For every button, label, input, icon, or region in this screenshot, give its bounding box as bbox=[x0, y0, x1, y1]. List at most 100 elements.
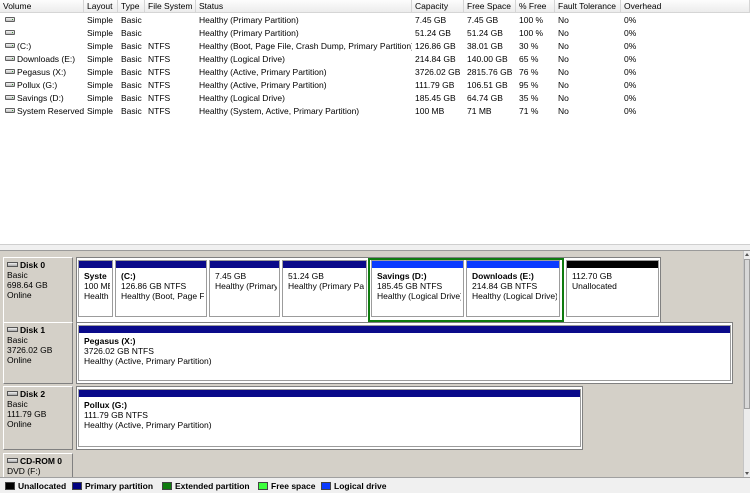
cell-text: Simple bbox=[87, 93, 113, 103]
legend-swatch bbox=[5, 481, 15, 490]
partition-pegasus-x[interactable]: Pegasus (X:) 3726.02 GB NTFS Healthy (Acti… bbox=[78, 325, 731, 381]
legend-label: Extended partition bbox=[175, 481, 250, 491]
cell-status: Healthy (Active, Primary Partition) bbox=[196, 79, 412, 92]
partition-area-disk-1: Pegasus (X:) 3726.02 GB NTFS Healthy (Acti… bbox=[76, 322, 733, 384]
cell-fault-tolerance: No bbox=[555, 14, 621, 27]
scroll-up-arrow-icon[interactable] bbox=[745, 253, 749, 256]
cell-text: 35 % bbox=[519, 93, 539, 103]
cell-free-space: 140.00 GB bbox=[464, 53, 516, 66]
cell-text: Basic bbox=[121, 106, 142, 116]
cell-free-space: 64.74 GB bbox=[464, 92, 516, 105]
scrollbar-thumb[interactable] bbox=[744, 259, 750, 409]
disk-label-disk-1[interactable]: Disk 1 Basic 3726.02 GB Online bbox=[3, 322, 73, 384]
cell-overhead: 0% bbox=[621, 27, 750, 40]
disk-view-scrollbar[interactable] bbox=[743, 251, 750, 477]
disk-label-cdrom-0[interactable]: CD-ROM 0 DVD (F:) bbox=[3, 453, 73, 477]
cell-fault-tolerance: No bbox=[555, 40, 621, 53]
column-header-file-system[interactable]: File System bbox=[145, 0, 196, 13]
cell-volume bbox=[0, 14, 84, 27]
partition-status: Unallocated bbox=[572, 281, 617, 291]
volume-row[interactable]: Pollux (G:) Simple Basic NTFS Healthy (Activ… bbox=[0, 79, 750, 92]
partition-name: (C:) bbox=[121, 271, 136, 281]
partition-area-disk-0: Syste100 MEHealth (C:)126.86 GB NTFSHeal… bbox=[76, 257, 661, 323]
column-header-fault-tolerance[interactable]: Fault Tolerance bbox=[555, 0, 621, 13]
disk-row-disk-1: Disk 1 Basic 3726.02 GB Online Pegasus (… bbox=[0, 322, 743, 384]
cell-percent-free: 100 % bbox=[516, 14, 555, 27]
partition-status: Healthy (Logical Drive) bbox=[472, 291, 557, 301]
partition-system-reserved[interactable]: Syste100 MEHealth bbox=[78, 260, 113, 317]
partition-unnamed-7gb[interactable]: 7.45 GB Healthy (Primary bbox=[209, 260, 280, 317]
pane-splitter[interactable] bbox=[0, 244, 750, 251]
cell-file-system: NTFS bbox=[145, 66, 196, 79]
cell-fault-tolerance: No bbox=[555, 92, 621, 105]
cell-file-system bbox=[145, 27, 196, 40]
partition-unallocated[interactable]: 112.70 GB Unallocated bbox=[566, 260, 659, 317]
volume-row[interactable]: Simple Basic Healthy (Primary Partition) 51… bbox=[0, 27, 750, 40]
column-header-overhead[interactable]: Overhead bbox=[621, 0, 750, 13]
cell-volume: Pollux (G:) bbox=[0, 79, 84, 92]
cell-text: Basic bbox=[121, 54, 142, 64]
partition-downloads-e[interactable]: Downloads (E:) 214.84 GB NTFS Healthy (Log… bbox=[466, 260, 560, 317]
disk-icon bbox=[7, 327, 18, 333]
legend-item-free-space: Free space bbox=[258, 481, 315, 491]
cell-capacity: 100 MB bbox=[412, 105, 464, 118]
cell-text: 106.51 GB bbox=[467, 80, 508, 90]
cell-text: 0% bbox=[624, 28, 637, 38]
cell-file-system bbox=[145, 14, 196, 27]
cell-overhead: 0% bbox=[621, 53, 750, 66]
volume-drive-icon bbox=[5, 82, 15, 88]
cell-text: 7.45 GB bbox=[467, 15, 499, 25]
volume-row[interactable]: Simple Basic Healthy (Primary Partition) 7.… bbox=[0, 14, 750, 27]
column-header-capacity[interactable]: Capacity bbox=[412, 0, 464, 13]
cell-text: Simple bbox=[87, 67, 113, 77]
column-header-free-space[interactable]: Free Space bbox=[464, 0, 516, 13]
cell-text: 100 % bbox=[519, 28, 544, 38]
scroll-down-arrow-icon[interactable] bbox=[745, 472, 749, 475]
cell-text: Healthy (Primary Partition) bbox=[199, 28, 299, 38]
partition-unnamed-51gb[interactable]: 51.24 GB Healthy (Primary Par bbox=[282, 260, 367, 317]
disk-view[interactable]: Disk 0 Basic 698.64 GB Online Syste 100 M… bbox=[0, 251, 743, 477]
cell-volume: Pegasus (X:) bbox=[0, 66, 84, 79]
partition-c[interactable]: (C:) 126.86 GB NTFS Healthy (Boot, Page Fi bbox=[115, 260, 207, 317]
disk-label-disk-0[interactable]: Disk 0 Basic 698.64 GB Online bbox=[3, 257, 73, 323]
cell-text: 76 % bbox=[519, 67, 539, 77]
cell-layout: Simple bbox=[84, 92, 118, 105]
volume-list[interactable]: Volume Layout Type File System Status Ca… bbox=[0, 0, 750, 244]
cell-text: 185.45 GB bbox=[415, 93, 456, 103]
cell-type: Basic bbox=[118, 40, 145, 53]
cell-percent-free: 35 % bbox=[516, 92, 555, 105]
cell-layout: Simple bbox=[84, 105, 118, 118]
partition-bar bbox=[567, 261, 658, 268]
partition-pollux-g[interactable]: Pollux (G:) 111.79 GB NTFS Healthy (Active… bbox=[78, 389, 581, 447]
cell-text: Downloads (E:) bbox=[17, 54, 76, 64]
cell-free-space: 71 MB bbox=[464, 105, 516, 118]
disk-row-disk-2: Disk 2 Basic 111.79 GB Online Pollux (G:… bbox=[0, 386, 743, 450]
column-header-percent-free[interactable]: % Free bbox=[516, 0, 555, 13]
partition-status: Healthy (Logical Drive) bbox=[377, 291, 461, 301]
volume-row[interactable]: Savings (D:) Simple Basic NTFS Healthy (Logi… bbox=[0, 92, 750, 105]
cell-text: 0% bbox=[624, 80, 637, 90]
volume-row[interactable]: Downloads (E:) Simple Basic NTFS Healthy (Lo… bbox=[0, 53, 750, 66]
column-header-status[interactable]: Status bbox=[196, 0, 412, 13]
partition-status: Healthy (Active, Primary Partition) bbox=[84, 420, 212, 430]
cell-type: Basic bbox=[118, 53, 145, 66]
cell-overhead: 0% bbox=[621, 40, 750, 53]
cell-text: Savings (D:) bbox=[17, 93, 64, 103]
volume-row[interactable]: Pegasus (X:) Simple Basic NTFS Healthy (Acti… bbox=[0, 66, 750, 79]
cell-text: 71 % bbox=[519, 106, 539, 116]
cell-type: Basic bbox=[118, 14, 145, 27]
cell-fault-tolerance: No bbox=[555, 27, 621, 40]
legend-label: Logical drive bbox=[334, 481, 387, 491]
column-header-volume[interactable]: Volume bbox=[0, 0, 84, 13]
volume-drive-icon bbox=[5, 56, 15, 62]
cell-fault-tolerance: No bbox=[555, 79, 621, 92]
volume-row[interactable]: System Reserved Simple Basic NTFS Healthy (S… bbox=[0, 105, 750, 118]
cell-volume: Savings (D:) bbox=[0, 92, 84, 105]
disk-label-disk-2[interactable]: Disk 2 Basic 111.79 GB Online bbox=[3, 386, 73, 450]
cell-fault-tolerance: No bbox=[555, 66, 621, 79]
cell-fault-tolerance: No bbox=[555, 105, 621, 118]
volume-row[interactable]: (C:) Simple Basic NTFS Healthy (Boot, Page F… bbox=[0, 40, 750, 53]
column-header-layout[interactable]: Layout bbox=[84, 0, 118, 13]
column-header-type[interactable]: Type bbox=[118, 0, 145, 13]
partition-savings-d[interactable]: Savings (D:) 185.45 GB NTFS Healthy (Logic… bbox=[371, 260, 464, 317]
